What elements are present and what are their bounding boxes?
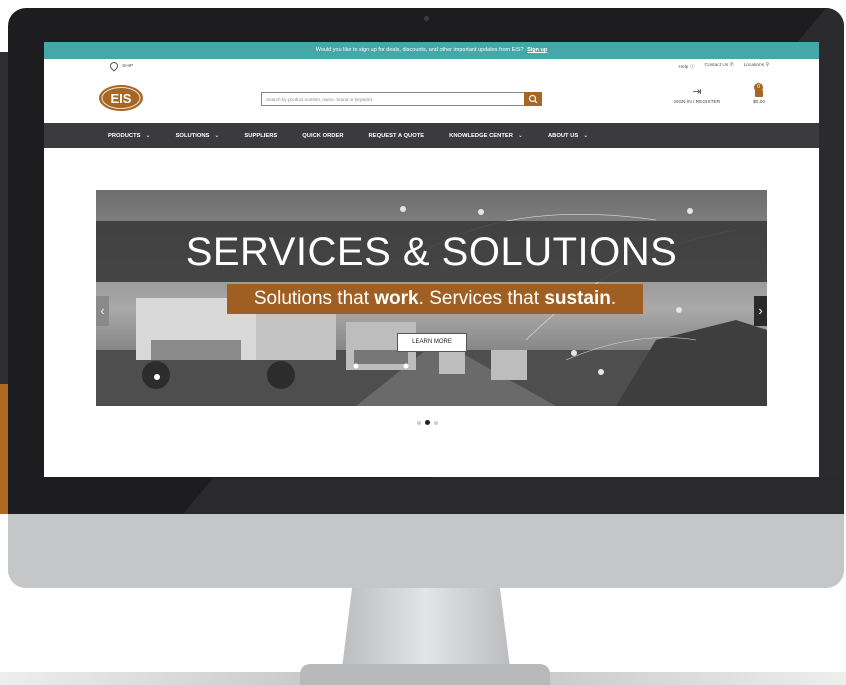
hero-subtitle: Solutions that work. Services that susta… <box>227 284 643 314</box>
help-link[interactable]: Help ⓘ <box>678 63 694 70</box>
announcement-text: Would you like to sign up for deals, dis… <box>315 47 524 53</box>
logo-text: EIS <box>111 91 132 106</box>
announcement-bar: Would you like to sign up for deals, dis… <box>44 42 819 59</box>
cart-icon: 0 <box>745 83 773 100</box>
chevron-down-icon: ⌄ <box>214 133 220 139</box>
carousel-dots <box>417 420 438 425</box>
nav-knowledge-center[interactable]: KNOWLEDGE CENTER ⌄ <box>449 132 523 139</box>
webcam <box>424 16 429 21</box>
main-nav: PRODUCTS ⌄ SOLUTIONS ⌄ SUPPLIERS QUICK ORD… <box>44 123 819 148</box>
search-button[interactable] <box>524 92 542 106</box>
sign-in-register[interactable]: ⇥ SIGN IN / REGISTER <box>666 85 728 105</box>
cart-body-icon <box>755 90 763 97</box>
bezel-reflection-bottom <box>162 478 844 514</box>
location-pin-icon <box>108 60 120 72</box>
hero-carousel-slide[interactable]: SERVICES & SOLUTIONS Solutions that work… <box>96 190 767 406</box>
nav-quick-order[interactable]: QUICK ORDER <box>302 133 343 139</box>
hero-title: SERVICES & SOLUTIONS <box>185 230 678 274</box>
learn-more-button[interactable]: LEARN MORE <box>397 333 467 352</box>
cart[interactable]: 0 $0.00 <box>745 83 773 105</box>
eis-logo[interactable]: EIS <box>98 84 144 112</box>
carousel-prev-button[interactable]: ‹ <box>96 296 109 326</box>
sign-in-label: SIGN IN / REGISTER <box>673 100 721 105</box>
utility-links: Help ⓘ Contact Us ✆ Locations ⚲ <box>678 63 769 70</box>
carousel-dot-active[interactable] <box>425 420 430 425</box>
monitor-chin <box>8 514 844 588</box>
carousel-dot[interactable] <box>434 420 438 425</box>
ship-label: SHIP <box>122 63 134 69</box>
site-header: EIS Search by product number, name, bran… <box>44 71 819 123</box>
utility-bar: SHIP Help ⓘ Contact Us ✆ Locations ⚲ <box>44 59 819 72</box>
chevron-down-icon: ⌄ <box>145 133 151 139</box>
nav-request-quote[interactable]: REQUEST A QUOTE <box>369 133 425 139</box>
carousel-dot[interactable] <box>417 420 421 425</box>
nav-suppliers[interactable]: SUPPLIERS <box>244 133 277 139</box>
ship-selector[interactable]: SHIP <box>108 60 134 72</box>
cart-total: $0.00 <box>752 100 765 105</box>
chevron-down-icon: ⌄ <box>517 133 523 139</box>
monitor-stand <box>342 588 510 668</box>
signup-link[interactable]: Sign up <box>527 47 547 53</box>
nav-products[interactable]: PRODUCTS ⌄ <box>108 132 151 139</box>
nav-solutions[interactable]: SOLUTIONS ⌄ <box>176 132 220 139</box>
monitor-stand-base <box>300 664 550 685</box>
search-input[interactable]: Search by product number, name, brand or… <box>261 92 541 106</box>
carousel-next-button[interactable]: › <box>754 296 767 326</box>
sign-in-icon: ⇥ <box>692 86 702 98</box>
locations-link[interactable]: Locations ⚲ <box>744 63 769 70</box>
search-icon <box>528 94 538 104</box>
chevron-down-icon: ⌄ <box>583 133 589 139</box>
contact-link[interactable]: Contact Us ✆ <box>705 63 734 70</box>
website-screen: Would you like to sign up for deals, dis… <box>44 42 819 477</box>
nav-about-us[interactable]: ABOUT US ⌄ <box>548 132 588 139</box>
